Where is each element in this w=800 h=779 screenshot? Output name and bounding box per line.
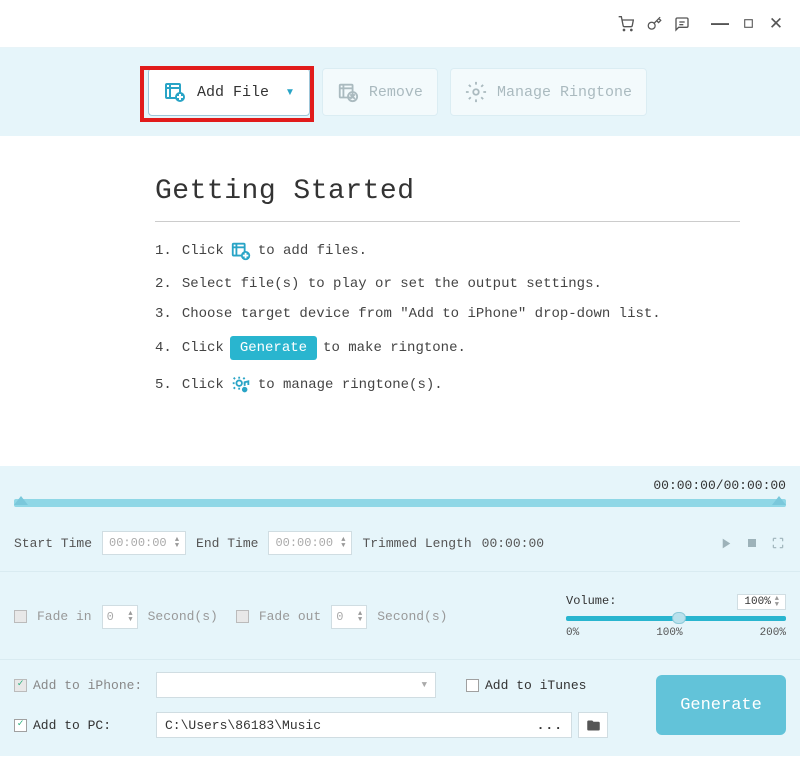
manage-inline-icon xyxy=(230,374,252,396)
key-icon[interactable] xyxy=(644,14,664,34)
end-time-label: End Time xyxy=(196,536,258,551)
fade-out-checkbox xyxy=(236,610,249,623)
chevron-down-icon: ▼ xyxy=(285,87,295,98)
volume-slider[interactable] xyxy=(566,616,786,621)
trim-end-handle[interactable] xyxy=(772,496,786,505)
browse-folder-button[interactable] xyxy=(578,712,608,738)
remove-button: Remove xyxy=(322,68,438,116)
volume-percent-input[interactable]: 100%▲▼ xyxy=(737,594,786,610)
time-display: 00:00:00/00:00:00 xyxy=(14,478,786,493)
manage-ringtone-button: Manage Ringtone xyxy=(450,68,647,116)
generate-inline-button: Generate xyxy=(230,336,317,360)
step-3: 3.Choose target device from "Add to iPho… xyxy=(155,306,740,322)
step-5: 5. Click to manage ringtone(s). xyxy=(155,374,740,396)
manage-ringtone-icon xyxy=(465,81,487,103)
end-time-input[interactable]: 00:00:00▲▼ xyxy=(268,531,352,555)
remove-label: Remove xyxy=(369,84,423,101)
step-1: 1. Click to add files. xyxy=(155,240,740,262)
play-icon[interactable] xyxy=(718,535,734,551)
add-file-button[interactable]: Add File ▼ xyxy=(148,68,310,116)
start-time-input[interactable]: 00:00:00▲▼ xyxy=(102,531,186,555)
add-file-icon xyxy=(163,80,187,104)
step-4: 4. Click Generate to make ringtone. xyxy=(155,336,740,360)
fullscreen-icon[interactable] xyxy=(770,535,786,551)
timeline-slider[interactable] xyxy=(14,499,786,507)
fade-in-unit: Second(s) xyxy=(148,609,218,624)
start-time-label: Start Time xyxy=(14,536,92,551)
chevron-down-icon: ▼ xyxy=(422,680,427,690)
fade-volume-row: Fade in 0▲▼ Second(s) Fade out 0▲▼ Secon… xyxy=(0,571,800,659)
fade-in-label: Fade in xyxy=(37,609,92,624)
folder-icon xyxy=(586,718,601,733)
maximize-icon[interactable] xyxy=(738,14,758,34)
close-icon[interactable]: ✕ xyxy=(766,14,786,34)
trimmed-length-label: Trimmed Length xyxy=(362,536,471,551)
generate-button[interactable]: Generate xyxy=(656,675,786,735)
add-to-pc-checkbox[interactable] xyxy=(14,719,27,732)
add-to-iphone-checkbox xyxy=(14,679,27,692)
pc-path-input[interactable]: C:\Users\86183\Music ... xyxy=(156,712,572,738)
add-file-inline-icon xyxy=(230,240,252,262)
more-icon[interactable]: ... xyxy=(537,718,563,733)
timeline-section: 00:00:00/00:00:00 xyxy=(0,466,800,515)
output-section: Add to iPhone: ▼ Add to iTunes Generate … xyxy=(0,659,800,756)
volume-label: Volume: xyxy=(566,594,616,610)
fade-out-label: Fade out xyxy=(259,609,321,624)
page-title: Getting Started xyxy=(155,176,740,222)
volume-thumb[interactable] xyxy=(672,612,686,624)
titlebar: — ✕ xyxy=(0,0,800,48)
trimmed-length-value: 00:00:00 xyxy=(482,536,544,551)
spinner-icon[interactable]: ▲▼ xyxy=(341,537,345,549)
step-2: 2.Select file(s) to play or set the outp… xyxy=(155,276,740,292)
trim-start-handle[interactable] xyxy=(14,496,28,505)
add-to-itunes-checkbox[interactable] xyxy=(466,679,479,692)
spinner-icon[interactable]: ▲▼ xyxy=(175,537,179,549)
cart-icon[interactable] xyxy=(616,14,636,34)
add-to-iphone-label: Add to iPhone: xyxy=(14,678,144,693)
add-to-pc-label: Add to PC: xyxy=(14,718,144,733)
remove-icon xyxy=(337,81,359,103)
fade-out-unit: Second(s) xyxy=(377,609,447,624)
fade-out-input[interactable]: 0▲▼ xyxy=(331,605,367,629)
toolbar: Add File ▼ Remove Manage Ringtone xyxy=(0,48,800,136)
minimize-icon[interactable]: — xyxy=(710,14,730,34)
add-to-itunes-label: Add to iTunes xyxy=(485,678,586,693)
add-to-iphone-dropdown[interactable]: ▼ xyxy=(156,672,436,698)
add-file-label: Add File xyxy=(197,84,269,101)
feedback-icon[interactable] xyxy=(672,14,692,34)
trim-controls: Start Time 00:00:00▲▼ End Time 00:00:00▲… xyxy=(0,515,800,571)
stop-icon[interactable] xyxy=(744,535,760,551)
volume-block: Volume: 100%▲▼ 0% 100% 200% xyxy=(566,594,786,639)
manage-ringtone-label: Manage Ringtone xyxy=(497,84,632,101)
getting-started-panel: Getting Started 1. Click to add files. 2… xyxy=(0,136,800,466)
fade-in-input[interactable]: 0▲▼ xyxy=(102,605,138,629)
fade-in-checkbox xyxy=(14,610,27,623)
